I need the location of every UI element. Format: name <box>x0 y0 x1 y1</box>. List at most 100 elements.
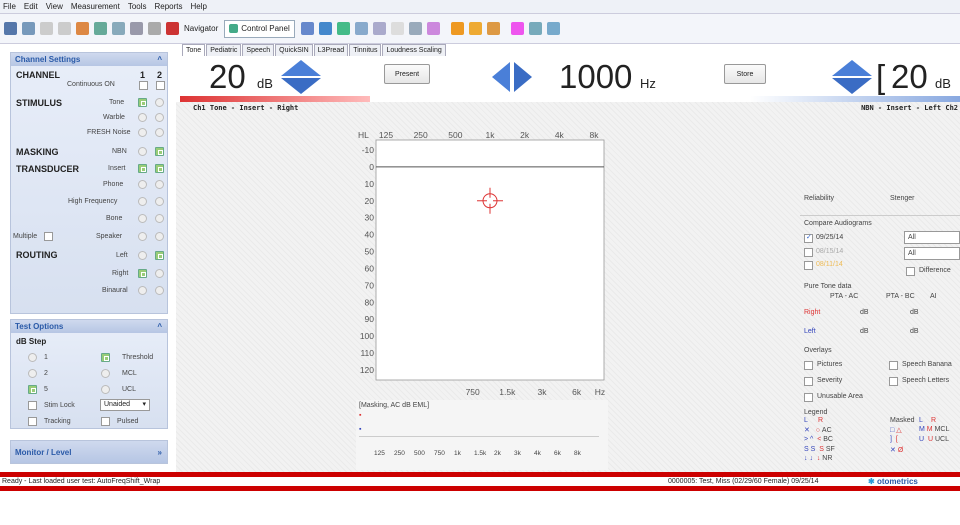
severity-checkbox[interactable] <box>804 377 813 386</box>
mcl-radio[interactable] <box>101 369 110 378</box>
binaural-ch1-radio[interactable] <box>138 286 147 295</box>
channel-settings-header[interactable]: Channel Settings ^ <box>11 53 167 66</box>
swap-icon[interactable] <box>510 22 524 35</box>
hearing-icon[interactable] <box>486 22 500 35</box>
pulsed-checkbox[interactable] <box>101 417 110 426</box>
control-panel-button[interactable]: Control Panel <box>224 19 295 38</box>
binaural-ch2-radio[interactable] <box>155 286 164 295</box>
redo-icon[interactable] <box>58 22 71 35</box>
tab-quicksin[interactable]: QuickSIN <box>275 44 313 56</box>
present-button[interactable]: Present <box>384 64 430 84</box>
split-icon[interactable] <box>390 22 404 35</box>
tab-speech[interactable]: Speech <box>242 44 275 56</box>
tab-tinnitus[interactable]: Tinnitus <box>349 44 382 56</box>
menu-file[interactable]: File <box>3 2 16 11</box>
nbn-ch2-radio[interactable] <box>155 147 164 156</box>
tab-pediatric[interactable]: Pediatric <box>206 44 242 56</box>
warble-ch1-radio[interactable] <box>138 113 147 122</box>
windows-icon[interactable] <box>300 22 314 35</box>
compare-select-2[interactable]: All <box>904 247 960 260</box>
ear-right-icon[interactable] <box>468 22 482 35</box>
audiogram-chart[interactable]: -10 0 10 20 30 40 50 60 70 80 90 100 110 120 HL 125 250 5… <box>356 130 608 400</box>
view-icon[interactable] <box>112 22 125 35</box>
help-icon[interactable] <box>148 22 161 35</box>
left-level-arrows-icon[interactable] <box>279 58 323 96</box>
step-5-radio[interactable] <box>28 385 37 394</box>
phone-ch2-radio[interactable] <box>155 180 164 189</box>
monitor-level-header[interactable]: Monitor / Level » <box>11 441 167 463</box>
continuous-on-ch1-checkbox[interactable] <box>139 81 148 90</box>
multiple-checkbox[interactable] <box>44 232 53 241</box>
shield-icon[interactable] <box>336 22 350 35</box>
nbn-ch1-radio[interactable] <box>138 147 147 156</box>
menu-view[interactable]: View <box>46 2 63 11</box>
right-ch2-radio[interactable] <box>155 269 164 278</box>
speaker-ch2-radio[interactable] <box>155 232 164 241</box>
bone-ch1-radio[interactable] <box>138 214 147 223</box>
right-level-arrows-icon[interactable] <box>830 58 874 96</box>
collapse-icon[interactable]: ^ <box>157 322 162 331</box>
tab-loudness-scaling[interactable]: Loudness Scaling <box>382 44 446 56</box>
test-options-header[interactable]: Test Options ^ <box>11 320 167 333</box>
pen-icon[interactable] <box>426 22 440 35</box>
tab-tone[interactable]: Tone <box>182 44 206 56</box>
threshold-radio[interactable] <box>101 353 110 362</box>
compare-select-1[interactable]: All <box>904 231 960 244</box>
print-icon[interactable] <box>22 22 35 35</box>
speech-banana-checkbox[interactable] <box>889 361 898 370</box>
undo-icon[interactable] <box>40 22 53 35</box>
tools-icon[interactable] <box>76 22 89 35</box>
layout-icon[interactable] <box>318 22 332 35</box>
pictures-checkbox[interactable] <box>804 361 813 370</box>
continuous-on-ch2-checkbox[interactable] <box>156 81 165 90</box>
audiogram-svg[interactable]: -10 0 10 20 30 40 50 60 70 80 90 100 110 120 HL 125 250 5… <box>356 130 608 400</box>
save-icon[interactable] <box>4 22 17 35</box>
network-icon[interactable] <box>372 22 386 35</box>
insert-ch1-radio[interactable] <box>138 164 147 173</box>
reliability-label[interactable]: Reliability <box>804 195 834 202</box>
fresh-noise-ch2-radio[interactable] <box>155 128 164 137</box>
collapse-icon[interactable]: ^ <box>157 55 162 64</box>
screen-icon[interactable] <box>354 22 368 35</box>
chart-icon[interactable] <box>408 22 422 35</box>
date3-checkbox[interactable] <box>804 261 813 270</box>
navigator-label[interactable]: Navigator <box>184 24 218 33</box>
menu-reports[interactable]: Reports <box>155 2 183 11</box>
unusable-area-checkbox[interactable] <box>804 393 813 402</box>
warble-ch2-radio[interactable] <box>155 113 164 122</box>
difference-checkbox[interactable] <box>906 267 915 276</box>
fresh-noise-ch1-radio[interactable] <box>138 128 147 137</box>
expand-icon[interactable]: » <box>158 448 162 457</box>
menu-measurement[interactable]: Measurement <box>71 2 120 11</box>
frequency-arrows-icon[interactable] <box>490 60 534 94</box>
people-icon[interactable] <box>528 22 542 35</box>
insert-ch2-radio[interactable] <box>155 164 164 173</box>
right-ch1-radio[interactable] <box>138 269 147 278</box>
phone-ch1-radio[interactable] <box>138 180 147 189</box>
left-ch1-radio[interactable] <box>138 251 147 260</box>
ucl-radio[interactable] <box>101 385 110 394</box>
step-2-radio[interactable] <box>28 369 37 378</box>
step-1-radio[interactable] <box>28 353 37 362</box>
tone-ch2-radio[interactable] <box>155 98 164 107</box>
speaker-ch1-radio[interactable] <box>138 232 147 241</box>
edit-icon[interactable] <box>94 22 107 35</box>
menu-help[interactable]: Help <box>191 2 207 11</box>
high-frequency-ch1-radio[interactable] <box>138 197 147 206</box>
tone-ch1-radio[interactable] <box>138 98 147 107</box>
stim-lock-checkbox[interactable] <box>28 401 37 410</box>
tab-l3pread[interactable]: L3Pread <box>313 44 349 56</box>
ear-left-icon[interactable] <box>450 22 464 35</box>
stenger-label[interactable]: Stenger <box>890 195 915 202</box>
device-icon[interactable] <box>546 22 560 35</box>
high-frequency-ch2-radio[interactable] <box>155 197 164 206</box>
menu-edit[interactable]: Edit <box>24 2 38 11</box>
left-ch2-radio[interactable] <box>155 251 164 260</box>
tracking-checkbox[interactable] <box>28 417 37 426</box>
aided-select[interactable]: Unaided ▾ <box>100 399 150 411</box>
bone-ch2-radio[interactable] <box>155 214 164 223</box>
store-button[interactable]: Store <box>724 64 766 84</box>
export-icon[interactable] <box>130 22 143 35</box>
speech-letters-checkbox[interactable] <box>889 377 898 386</box>
date2-checkbox[interactable] <box>804 248 813 257</box>
